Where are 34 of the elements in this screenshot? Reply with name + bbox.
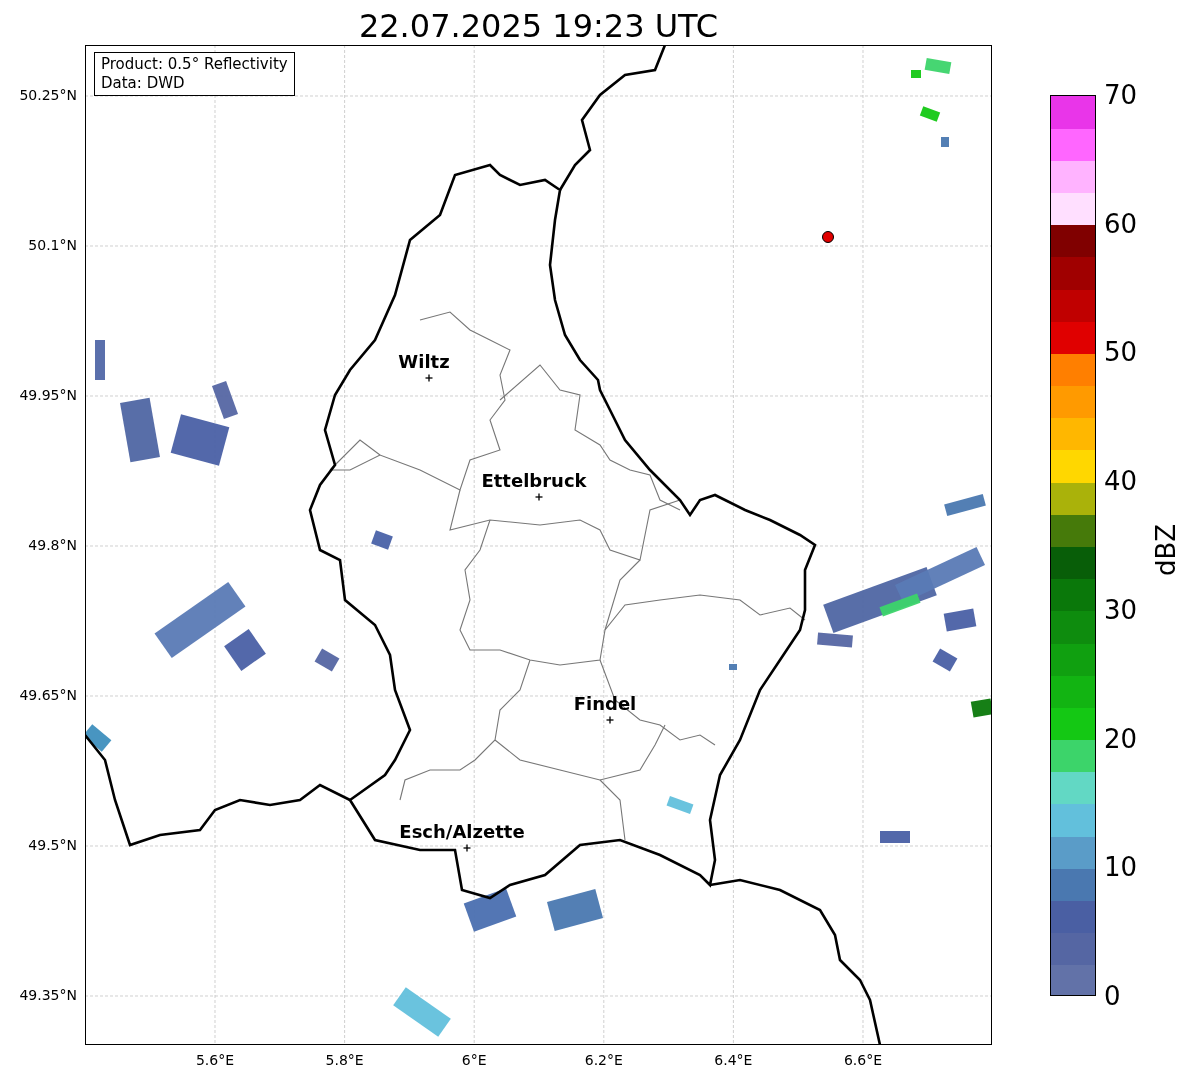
- colorbar-tick-label: 10: [1104, 852, 1138, 883]
- city-marker-icon: [605, 715, 615, 725]
- chart-title: 22.07.2025 19:23 UTC: [357, 6, 720, 45]
- latitude-label: 50.25°N: [19, 87, 77, 103]
- longitude-label: 6.4°E: [714, 1052, 753, 1068]
- colorbar-tick-label: 50: [1104, 337, 1138, 368]
- city-marker-icon: [534, 492, 544, 502]
- latitude-label: 49.95°N: [19, 387, 77, 403]
- colorbar-tick-label: 20: [1104, 723, 1138, 754]
- longitude-label: 6.2°E: [584, 1052, 623, 1068]
- latitude-label: 50.1°N: [28, 237, 77, 253]
- colorbar-tick-label: 70: [1104, 80, 1138, 110]
- city-marker-icon: [424, 373, 434, 383]
- latitude-label: 49.8°N: [28, 537, 77, 553]
- longitude-label: 5.8°E: [325, 1052, 364, 1068]
- longitude-label: 6.6°E: [843, 1052, 883, 1068]
- latitude-label: 49.35°N: [19, 987, 77, 1003]
- city-label: Esch/Alzette: [399, 821, 525, 842]
- latitude-label: 49.5°N: [28, 837, 77, 853]
- radar-station-icon: [822, 231, 834, 243]
- city-label: Findel: [573, 693, 637, 714]
- city-label: Wiltz: [398, 351, 450, 372]
- colorbar-tick-label: 30: [1104, 594, 1138, 625]
- colorbar-tick-label: 40: [1104, 466, 1138, 497]
- colorbar-label: dBZ: [1151, 523, 1182, 577]
- longitude-label: 5.6°E: [195, 1052, 235, 1068]
- colorbar-tick-label: 60: [1104, 208, 1138, 239]
- colorbar-tick-label: 0: [1104, 981, 1121, 1011]
- city-marker-icon: [462, 843, 472, 853]
- longitude-label: 6°E: [461, 1052, 487, 1068]
- latitude-label: 49.65°N: [19, 687, 77, 703]
- info-text: Data: DWD: [101, 74, 186, 93]
- info-text: Product: 0.5° Reflectivity: [101, 55, 288, 74]
- city-label: Ettelbruck: [481, 470, 587, 491]
